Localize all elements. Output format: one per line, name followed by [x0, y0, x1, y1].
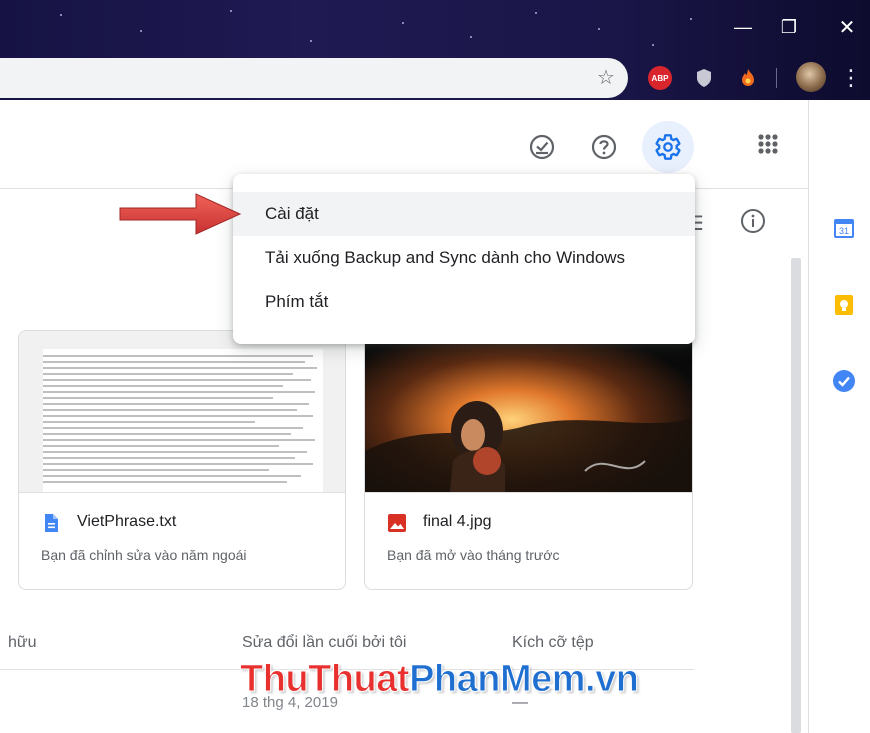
- address-bar[interactable]: [0, 58, 628, 98]
- svg-text:31: 31: [839, 226, 849, 236]
- close-window-button[interactable]: ✕: [824, 8, 870, 46]
- flame-icon[interactable]: [736, 66, 760, 90]
- text-preview: [43, 349, 323, 492]
- bookmark-star-icon[interactable]: ☆: [594, 66, 618, 90]
- browser-menu-icon[interactable]: ⋮: [840, 64, 862, 92]
- image-icon: [387, 513, 407, 533]
- side-panel: [808, 100, 870, 733]
- info-icon[interactable]: [740, 208, 766, 234]
- doc-icon: [41, 513, 61, 533]
- file-thumbnail: [19, 331, 345, 493]
- watermark-logo: ThuThuatPhanMem.vn: [239, 658, 640, 701]
- keep-icon[interactable]: [832, 293, 856, 317]
- file-card-vietphrase[interactable]: VietPhrase.txt Bạn đã chỉnh sửa vào năm …: [18, 330, 346, 590]
- minimize-icon: —: [734, 16, 752, 37]
- close-icon: ✕: [838, 16, 856, 39]
- watermark-part-b: PhanMem.vn: [409, 658, 640, 701]
- help-icon[interactable]: [586, 129, 622, 165]
- settings-button[interactable]: [642, 121, 694, 173]
- restore-icon: ❐: [780, 16, 798, 37]
- column-file-size-header[interactable]: Kích cỡ tệp: [512, 634, 594, 652]
- calendar-icon[interactable]: 31: [832, 216, 856, 240]
- file-card-final-4[interactable]: final 4.jpg Bạn đã mở vào tháng trước: [364, 330, 693, 590]
- abp-icon[interactable]: ABP: [648, 66, 672, 90]
- minimize-button[interactable]: —: [720, 8, 766, 46]
- column-owner-header[interactable]: hữu: [8, 634, 37, 652]
- browser-profile-avatar[interactable]: [796, 62, 826, 92]
- file-name: VietPhrase.txt: [77, 513, 177, 530]
- watermark-part-a: ThuThuat: [239, 658, 410, 701]
- settings-gear-icon: [655, 134, 681, 160]
- toolbar-separator: [776, 68, 777, 88]
- file-activity: Bạn đã chỉnh sửa vào năm ngoái: [41, 547, 247, 563]
- menu-item-keyboard-shortcuts[interactable]: Phím tắt: [233, 280, 695, 324]
- image-thumbnail: [365, 331, 692, 493]
- file-activity: Bạn đã mở vào tháng trước: [387, 547, 560, 563]
- menu-item-settings[interactable]: Cài đặt: [233, 192, 695, 236]
- menu-item-download-backup-sync[interactable]: Tải xuống Backup and Sync dành cho Windo…: [233, 236, 695, 280]
- scrollbar[interactable]: [791, 258, 801, 733]
- column-last-modified-header[interactable]: Sửa đổi lần cuối bởi tôi: [242, 634, 406, 652]
- file-name: final 4.jpg: [423, 513, 492, 530]
- restore-button[interactable]: ❐: [766, 8, 812, 46]
- shield-icon[interactable]: [692, 66, 716, 90]
- tasks-icon[interactable]: [832, 369, 856, 393]
- offline-check-icon[interactable]: [524, 129, 560, 165]
- pointer-arrow-icon: [119, 193, 242, 235]
- menu-item-label: Cài đặt: [265, 204, 319, 223]
- settings-dropdown-menu: Cài đặt Tải xuống Backup and Sync dành c…: [233, 174, 695, 344]
- menu-item-label: Phím tắt: [265, 292, 329, 311]
- abp-label: ABP: [651, 73, 669, 83]
- menu-item-label: Tải xuống Backup and Sync dành cho Windo…: [265, 248, 626, 267]
- apps-grid-icon[interactable]: [752, 128, 784, 160]
